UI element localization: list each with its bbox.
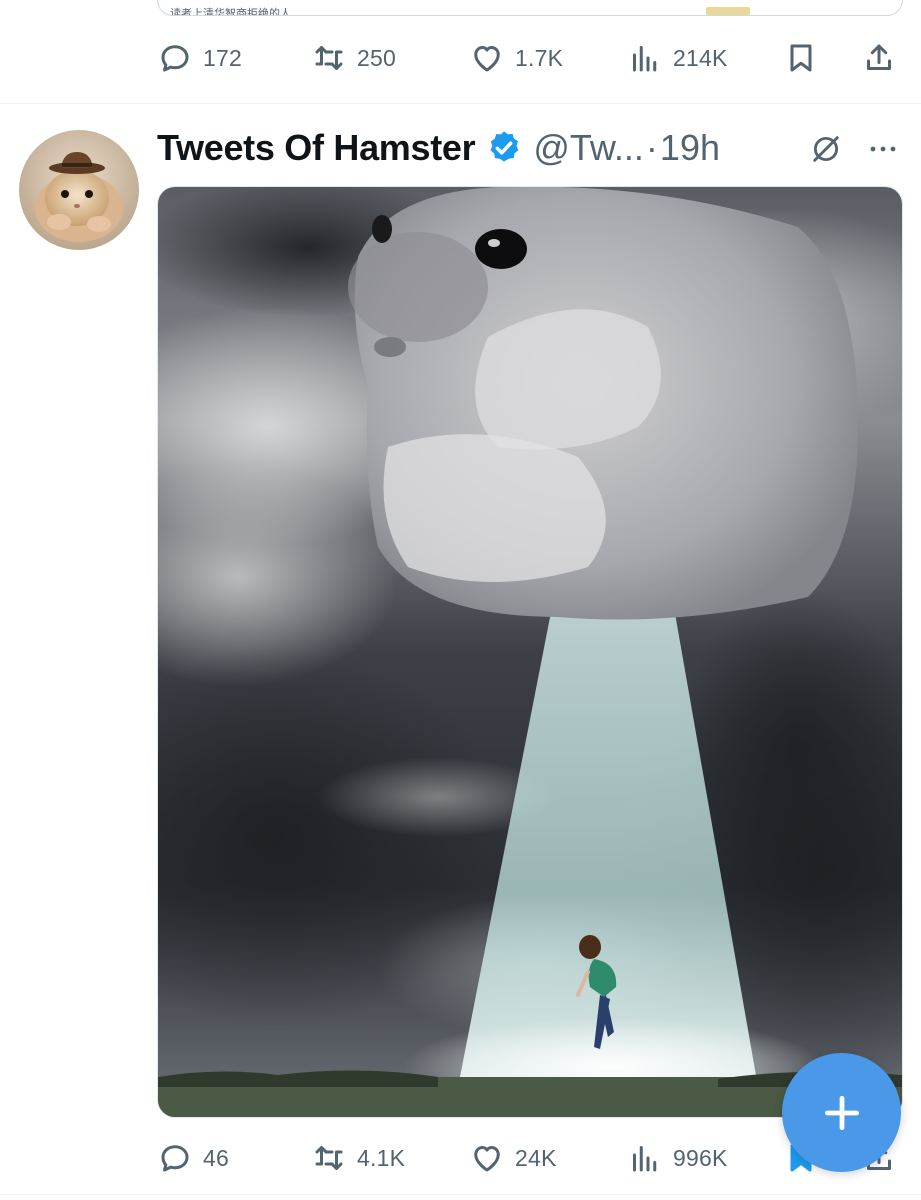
views-icon [633,46,657,72]
quoted-tweet-card[interactable]: 读者上清华智商拒绝的人 [157,0,903,16]
tweet-divider [0,103,921,104]
reply-count: 172 [203,44,242,71]
hamster-ufo-illustration [158,187,902,1117]
reply-icon [161,1145,189,1172]
separator-dot: · [645,127,658,168]
retweet-icon [315,46,343,70]
display-name[interactable]: Tweets Of Hamster [157,127,476,169]
quoted-thumbnail [706,7,750,15]
like-count: 1.7K [515,44,564,71]
views-button[interactable]: 214K [627,38,728,78]
avatar[interactable] [19,130,139,250]
share-icon [867,44,891,70]
compose-tweet-button[interactable] [782,1053,901,1172]
grok-icon[interactable] [809,132,843,166]
reply-button[interactable]: 172 [157,38,242,78]
tweet-actions: 46 4.1K 24K 996K [157,1138,901,1178]
reply-button[interactable]: 46 [157,1138,229,1178]
like-button[interactable]: 24K [469,1138,557,1178]
views-count: 214K [673,44,728,71]
retweet-button[interactable]: 4.1K [311,1138,405,1178]
retweet-button[interactable]: 250 [311,38,396,78]
plus-icon [824,1095,859,1130]
share-button[interactable] [861,38,897,78]
views-count: 996K [673,1144,728,1171]
views-button[interactable]: 996K [627,1138,728,1178]
bookmark-icon [790,44,812,72]
verified-badge-icon[interactable] [485,129,523,167]
bookmark-button[interactable] [783,38,819,78]
retweet-icon [315,1146,343,1170]
bottom-divider [0,1194,921,1195]
like-count: 24K [515,1144,557,1171]
like-button[interactable]: 1.7K [469,38,563,78]
reply-count: 46 [203,1144,229,1171]
hamster-avatar-image [19,130,139,250]
more-icon[interactable] [867,136,899,162]
retweet-count: 4.1K [357,1144,406,1171]
views-icon [633,1146,657,1172]
timestamp[interactable]: 19h [660,127,720,169]
tweet-header: Tweets Of Hamster @Tw... · 19h [157,122,907,174]
retweet-count: 250 [357,44,396,71]
heart-icon [474,1146,500,1172]
tweet-media-image[interactable] [157,186,903,1118]
heart-icon [474,46,500,72]
quoted-tweet-snippet: 读者上清华智商拒绝的人 [170,7,291,16]
reply-icon [161,45,189,72]
handle[interactable]: @Tw... [533,127,644,169]
prev-tweet-actions: 172 250 1.7K 214K [157,38,901,78]
